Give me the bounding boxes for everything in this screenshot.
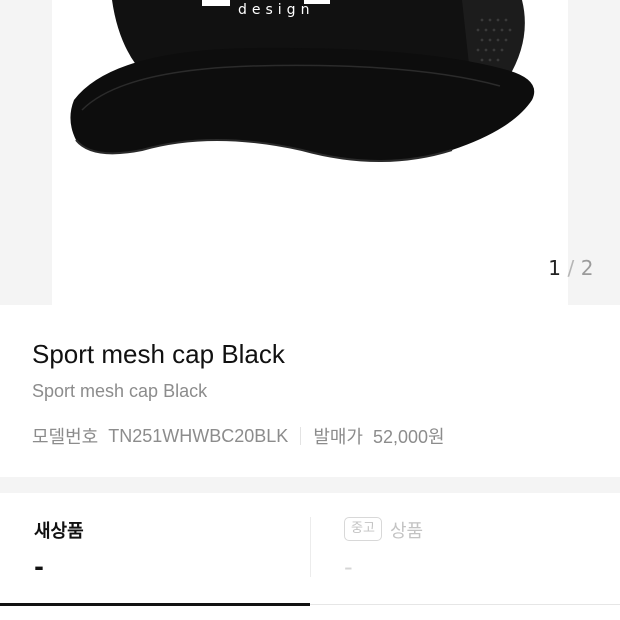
pager-total: 2 (580, 256, 594, 280)
product-subtitle: Sport mesh cap Black (32, 381, 208, 401)
product-info: Sport mesh cap Black Sport mesh cap Blac… (0, 305, 620, 477)
condition-tabs: 새상품 - 중고 상품 - (0, 493, 620, 620)
cap-illustration: design (70, 0, 535, 162)
tab-new-product[interactable]: 새상품 - (0, 493, 310, 605)
section-gap (0, 477, 620, 493)
tab-new-label: 새상품 (34, 521, 84, 542)
cap-logo-text: design (238, 2, 314, 18)
product-title: Sport mesh cap Black (32, 339, 285, 369)
product-page: design 1/2 Sport mesh cap Black Sport me… (0, 0, 620, 620)
pager-current: 1 (548, 256, 562, 280)
tab-bottom-border (310, 604, 620, 605)
tab-used-product[interactable]: 중고 상품 - (310, 493, 620, 605)
model-number-value: TN251WHWBC20BLK (108, 425, 289, 446)
product-meta: 모델번호 TN251WHWBC20BLK 발매가 52,000원 (32, 423, 445, 449)
meta-divider (300, 427, 302, 445)
tab-used-label: 상품 (390, 521, 424, 542)
image-carousel[interactable]: design 1/2 (0, 0, 620, 305)
active-tab-indicator (0, 603, 310, 606)
pager-separator: / (567, 256, 575, 280)
used-tag-badge: 중고 (344, 517, 382, 541)
release-price-value: 52,000원 (373, 427, 445, 447)
carousel-pager: 1/2 (548, 256, 594, 280)
model-number-label: 모델번호 (32, 427, 99, 447)
tab-used-price: - (344, 553, 353, 581)
release-price-label: 발매가 (313, 427, 363, 447)
tab-new-price: - (34, 553, 44, 581)
product-image[interactable]: design (52, 0, 568, 305)
